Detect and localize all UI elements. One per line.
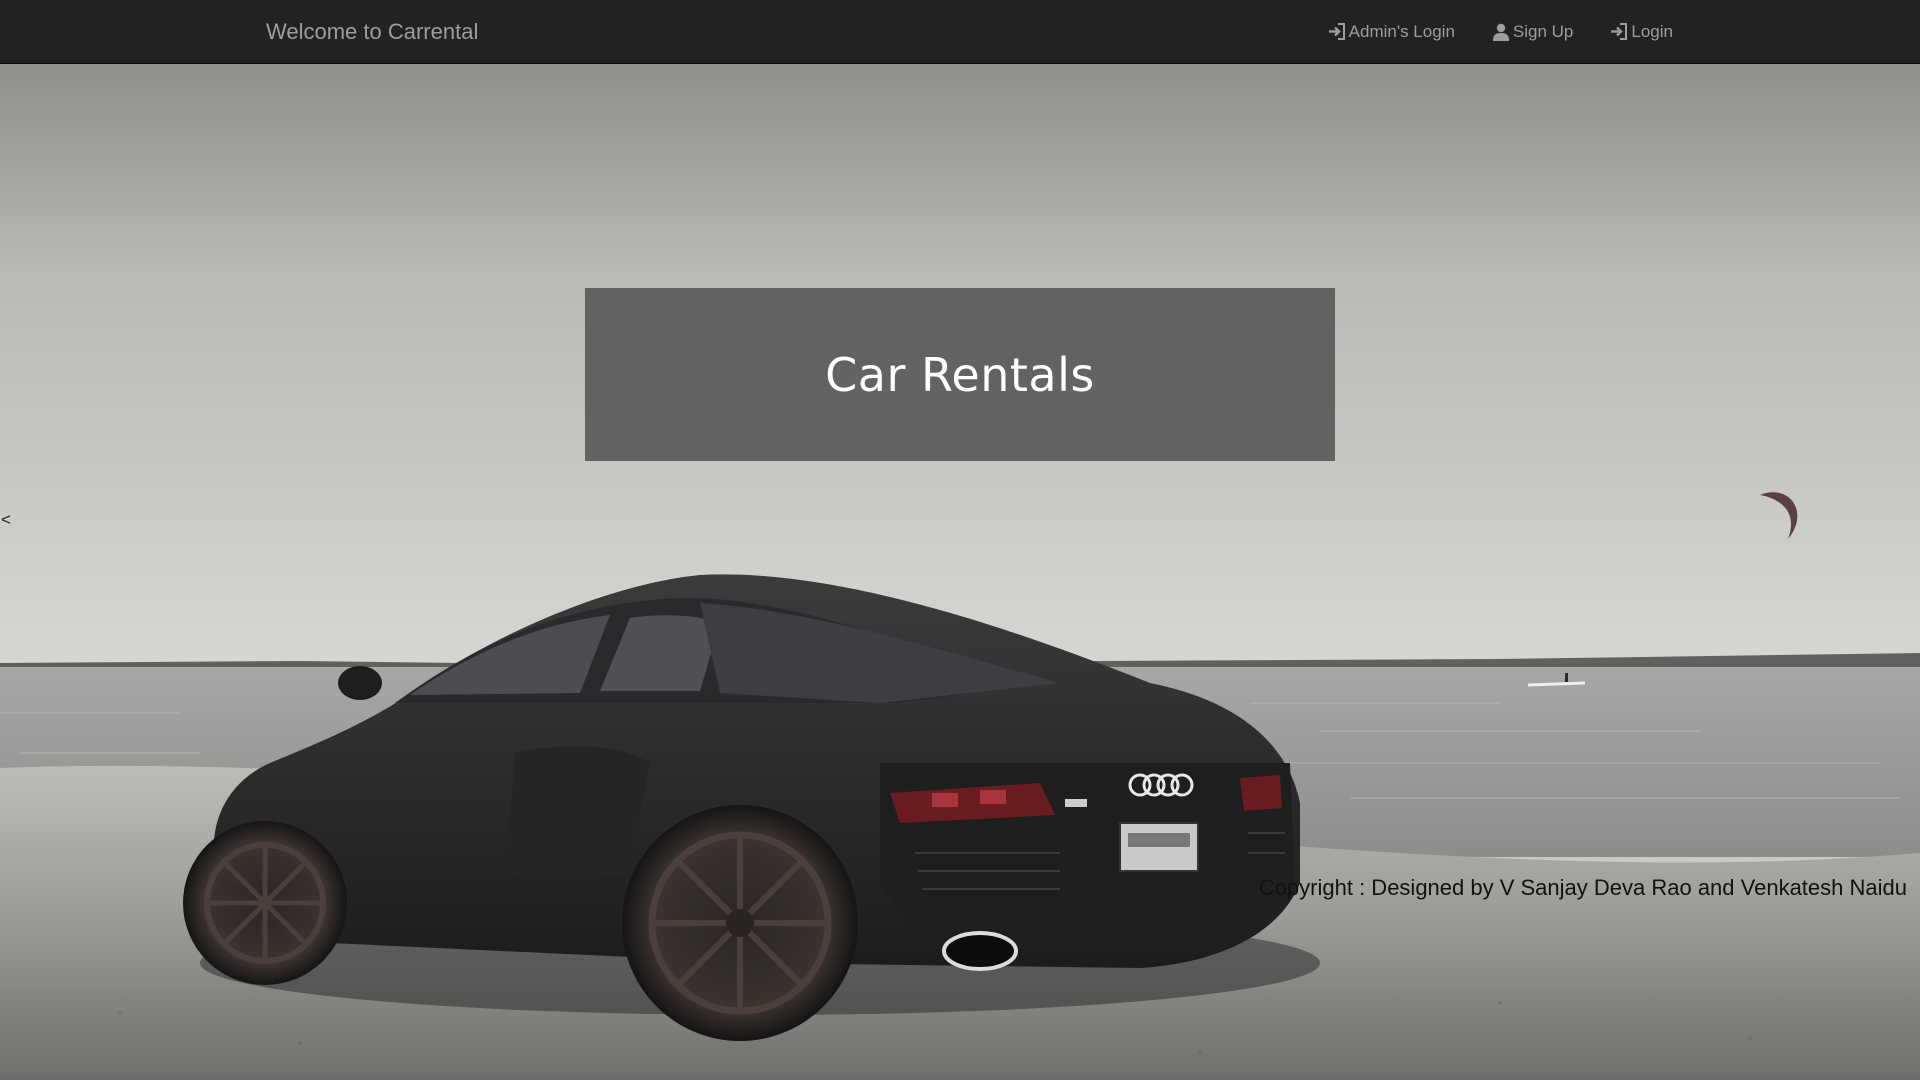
log-in-icon: [1328, 23, 1345, 40]
login-link[interactable]: Login: [1610, 22, 1673, 42]
hero-title-box: Car Rentals: [585, 288, 1335, 461]
carousel-prev-arrow[interactable]: <: [1, 510, 11, 530]
admin-login-link[interactable]: Admin's Login: [1328, 22, 1455, 42]
hero-background-image: [0, 63, 1920, 1080]
navbar-brand[interactable]: Welcome to Carrental: [266, 0, 478, 63]
copyright-text: Copyright : Designed by V Sanjay Deva Ra…: [1258, 875, 1907, 900]
user-icon: [1492, 23, 1509, 41]
top-navbar: Welcome to Carrental Admin's Login Sign …: [0, 0, 1920, 64]
navbar-links: Admin's Login Sign Up Login: [1291, 0, 1673, 63]
login-label: Login: [1631, 21, 1673, 41]
hero-title: Car Rentals: [825, 347, 1095, 402]
log-in-icon: [1611, 23, 1628, 40]
admin-login-label: Admin's Login: [1348, 21, 1455, 41]
sign-up-label: Sign Up: [1512, 21, 1574, 41]
sign-up-link[interactable]: Sign Up: [1492, 22, 1573, 42]
